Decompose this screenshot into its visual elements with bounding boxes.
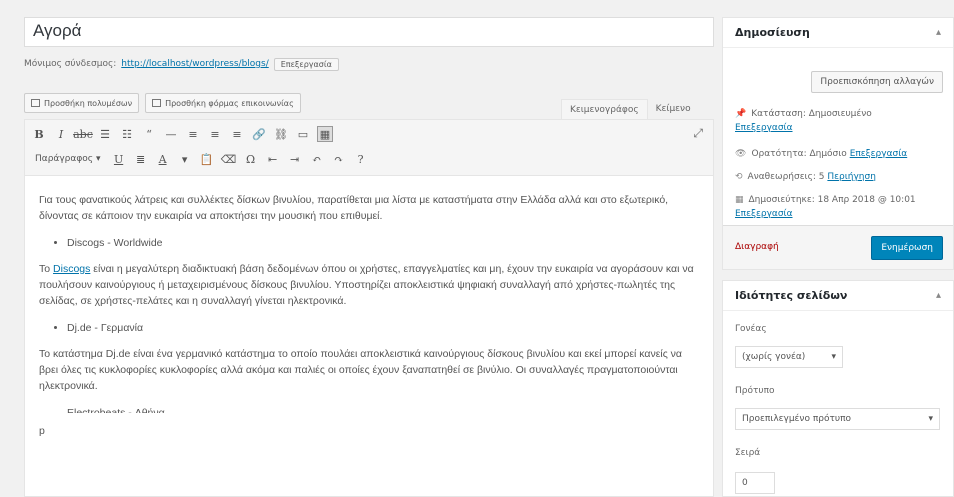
permalink-label: Μόνιμος σύνδεσμος: [24,59,117,69]
add-media-label: Προσθήκη πολυμέσων [44,98,133,108]
form-icon [152,99,162,107]
media-buttons: Προσθήκη πολυμέσων Προσθήκη φόρμας επικο… [24,93,301,113]
justify-icon[interactable]: ≣ [133,151,149,167]
template-label: Πρότυπο [735,386,775,396]
strikethrough-icon[interactable]: abc [73,126,93,142]
editor-toolbar: B I abc ☰ ☷ “ — ≡ ≡ ≡ 🔗 ⛓ ▭ ▦ Παράγραφος… [25,120,713,176]
content-paragraph: Το κατάστημα Dj.de είναι ένα γερμανικό κ… [39,347,683,393]
editor-tabs: Κειμενογράφος Κείμενο [561,99,699,119]
unlink-icon[interactable]: ⛓ [273,126,289,142]
collapse-icon[interactable]: ▴ [936,290,941,301]
visibility-line: 👁 Ορατότητα: Δημόσιο Επεξεργασία [735,148,945,162]
status-text: Κατάσταση: Δημοσιευμένο [751,109,872,119]
permalink-edit-button[interactable]: Επεξεργασία [273,57,339,71]
revisions-text: Αναθεωρήσεις: 5 [747,172,825,182]
tab-visual[interactable]: Κειμενογράφος [561,99,648,119]
published-edit-link[interactable]: Επεξεργασία [735,209,793,219]
format-select[interactable]: Παράγραφος ▾ [31,154,105,164]
editor-content[interactable]: Για τους φανατικούς λάτρεις και συλλέκτε… [25,176,713,455]
redo-icon[interactable]: ↷ [331,151,347,167]
parent-select-value: (χωρίς γονέα) [742,352,806,362]
align-center-icon[interactable]: ≡ [207,126,223,142]
align-right-icon[interactable]: ≡ [229,126,245,142]
page-attributes-heading: Ιδιότητες σελίδων [735,289,848,302]
move-to-trash-link[interactable]: Διαγραφή [735,242,779,252]
discogs-link[interactable]: Discogs [53,263,90,275]
permalink-row: Μόνιμος σύνδεσμος: http://localhost/word… [24,56,339,72]
indent-icon[interactable]: ⇥ [287,151,303,167]
template-select[interactable]: Προεπιλεγμένο πρότυπο ▾ [735,408,940,430]
publish-heading: Δημοσίευση [735,26,810,39]
visibility-text: Ορατότητα: Δημόσιο [751,149,847,159]
special-character-icon[interactable]: Ω [243,151,259,167]
publish-actions: Διαγραφή Ενημέρωση [723,225,953,269]
chevron-down-icon: ▾ [928,414,933,424]
visibility-edit-link[interactable]: Επεξεργασία [850,149,908,159]
published-date-line: ▦ Δημοσιεύτηκε: 18 Απρ 2018 @ 10:01 Επεξε… [735,194,945,221]
paste-text-icon[interactable]: 📋 [199,151,215,167]
bullet-list-icon[interactable]: ☰ [97,126,113,142]
publish-box: Δημοσίευση ▴ Προεπισκόπηση αλλαγών 📌 Κατά… [722,17,954,270]
eye-icon: 👁 [735,149,747,159]
path-indicator: p [39,424,45,437]
list-item: Electrobeats - Αθήνα [67,405,699,413]
template-select-value: Προεπιλεγμένο πρότυπο [742,414,852,424]
chevron-down-icon: ▾ [96,154,101,164]
link-icon[interactable]: 🔗 [251,126,267,142]
status-line: 📌 Κατάσταση: Δημοσιευμένο Επεξεργασία [735,108,945,135]
parent-label: Γονέας [735,324,767,334]
horizontal-line-icon[interactable]: — [163,126,179,142]
align-left-icon[interactable]: ≡ [185,126,201,142]
content-paragraph: Για τους φανατικούς λάτρεις και συλλέκτε… [39,194,669,223]
title-input[interactable]: Αγορά [24,17,714,47]
add-contact-form-button[interactable]: Προσθήκη φόρμας επικοινωνίας [145,93,301,113]
add-form-label: Προσθήκη φόρμας επικοινωνίας [165,98,294,108]
chevron-down-icon[interactable]: ▾ [177,151,193,167]
revisions-browse-link[interactable]: Περιήγηση [827,172,876,182]
page-attributes-box: Ιδιότητες σελίδων ▴ Γονέας (χωρίς γονέα)… [722,280,954,497]
outdent-icon[interactable]: ⇤ [265,151,281,167]
tab-text[interactable]: Κείμενο [648,99,699,119]
list-item: Dj.de - Γερμανία [67,320,699,336]
order-label: Σειρά [735,448,761,458]
status-edit-link[interactable]: Επεξεργασία [735,123,793,133]
help-icon[interactable]: ? [353,151,369,167]
quote-icon[interactable]: “ [141,126,157,142]
toolbar-toggle-icon[interactable]: ▦ [317,126,333,142]
permalink-url[interactable]: http://localhost/wordpress/blogs/ [121,59,268,69]
published-text: Δημοσιεύτηκε: 18 Απρ 2018 @ 10:01 [748,195,916,205]
calendar-icon: ▦ [735,195,744,205]
order-input[interactable]: 0 [735,472,775,494]
add-media-button[interactable]: Προσθήκη πολυμέσων [24,93,140,113]
text-color-icon[interactable]: A [155,151,171,167]
undo-icon[interactable]: ↶ [309,151,325,167]
clear-formatting-icon[interactable]: ⌫ [221,151,237,167]
bold-icon[interactable]: B [31,126,47,142]
parent-select[interactable]: (χωρίς γονέα) ▾ [735,346,843,368]
editor: B I abc ☰ ☷ “ — ≡ ≡ ≡ 🔗 ⛓ ▭ ▦ Παράγραφος… [24,119,714,497]
chevron-down-icon: ▾ [831,352,836,362]
pin-icon: 📌 [735,109,747,119]
read-more-icon[interactable]: ▭ [295,126,311,142]
media-icon [31,99,40,107]
update-button[interactable]: Ενημέρωση [871,236,943,260]
collapse-icon[interactable]: ▴ [936,27,941,38]
format-select-value: Παράγραφος [35,154,94,164]
content-paragraph: Το Discogs είναι η μεγαλύτερη διαδικτυακ… [39,261,699,310]
underline-icon[interactable]: U [111,151,127,167]
paragraph-text: είναι η μεγαλύτερη διαδικτυακή βάση δεδο… [39,262,694,308]
history-icon: ⟲ [735,172,743,182]
list-item: Discogs - Worldwide [67,235,699,251]
paragraph-intro: Το [39,262,54,275]
fullscreen-icon[interactable]: ⤢ [693,126,703,141]
italic-icon[interactable]: I [53,126,69,142]
preview-changes-button[interactable]: Προεπισκόπηση αλλαγών [811,71,943,93]
revisions-line: ⟲ Αναθεωρήσεις: 5 Περιήγηση [735,171,945,185]
numbered-list-icon[interactable]: ☷ [119,126,135,142]
